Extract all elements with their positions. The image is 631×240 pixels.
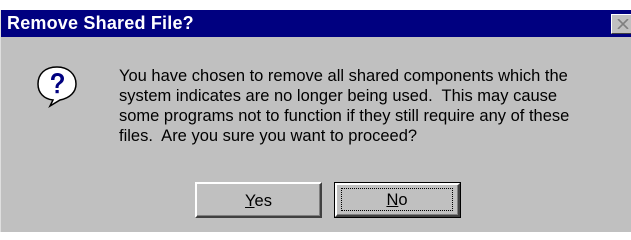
dialog-title: Remove Shared File? xyxy=(7,13,194,33)
close-icon xyxy=(617,19,629,29)
title-bar[interactable]: Remove Shared File? xyxy=(1,10,631,37)
no-accelerator: N xyxy=(386,191,399,209)
no-button[interactable]: No xyxy=(334,182,461,218)
no-label-rest: o xyxy=(398,191,408,209)
dialog-message: You have chosen to remove all shared com… xyxy=(119,67,570,145)
yes-label-rest: es xyxy=(254,192,272,210)
focus-rectangle: No xyxy=(341,188,453,211)
yes-accelerator: Y xyxy=(245,192,255,210)
remove-shared-file-dialog: Remove Shared File? You have chosen to r… xyxy=(0,10,631,232)
yes-button[interactable]: Yes xyxy=(195,182,322,218)
question-icon xyxy=(37,66,77,108)
close-button[interactable] xyxy=(611,14,631,34)
